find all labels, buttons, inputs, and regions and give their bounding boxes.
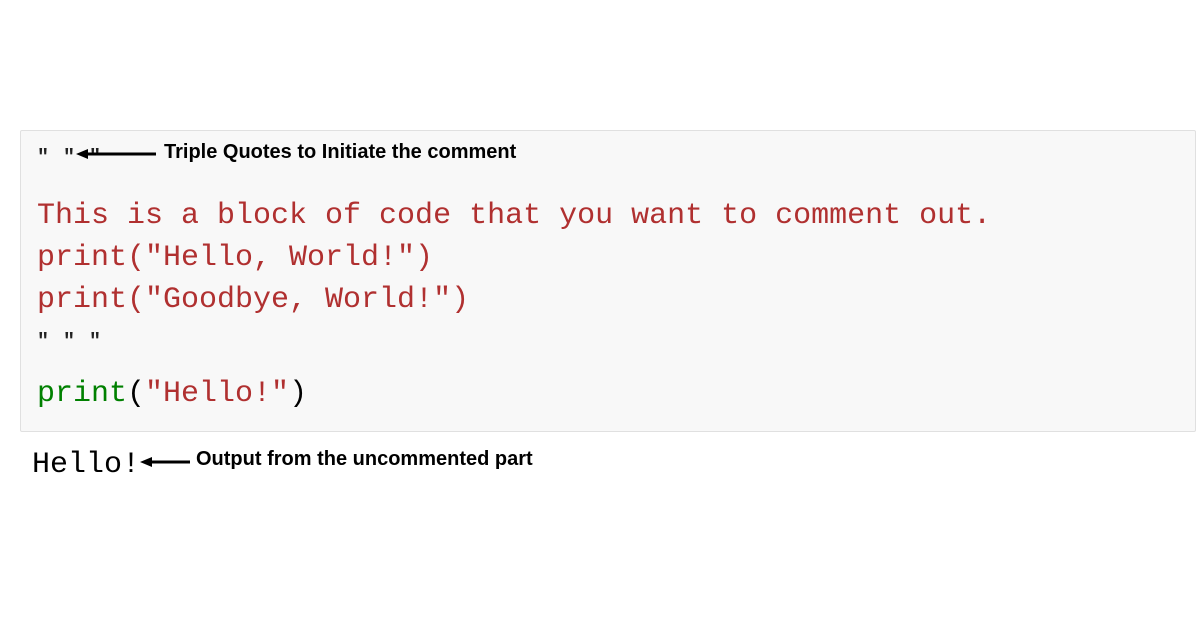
print-function-name: print	[37, 377, 127, 411]
output-text: Hello!	[32, 448, 140, 482]
comment-line-2: print("Hello, World!")	[37, 237, 1179, 279]
arrow-left-icon	[140, 456, 190, 468]
active-code-line: print("Hello!")	[37, 373, 1179, 415]
paren-open: (	[127, 377, 145, 411]
triple-quote-close: " " "	[37, 329, 1179, 357]
arrow-left-icon	[76, 148, 156, 160]
annotation-top: Triple Quotes to Initiate the comment	[164, 141, 516, 164]
comment-line-1: This is a block of code that you want to…	[37, 195, 1179, 237]
print-argument: "Hello!"	[145, 377, 289, 411]
comment-line-3: print("Goodbye, World!")	[37, 279, 1179, 321]
code-block: " " " This is a block of code that you w…	[20, 130, 1196, 432]
annotation-bottom: Output from the uncommented part	[196, 448, 533, 471]
paren-close: )	[289, 377, 307, 411]
